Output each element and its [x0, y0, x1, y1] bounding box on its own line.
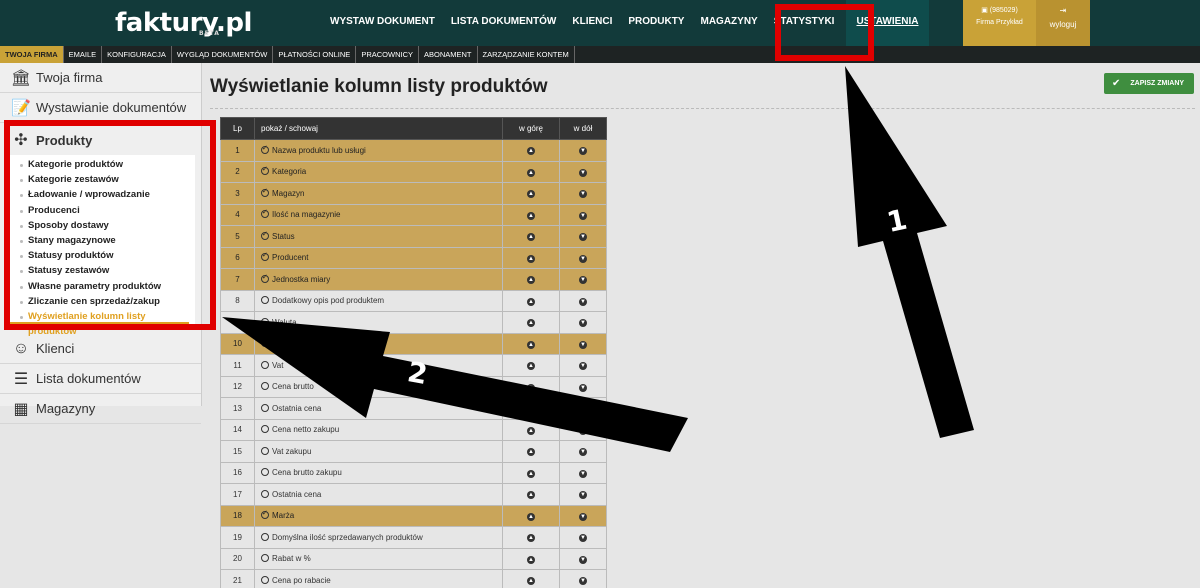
annotation-arrow-2 — [222, 317, 688, 452]
annotation-arrows: 1 2 — [222, 66, 974, 452]
annotation-arrow-1 — [845, 66, 974, 438]
